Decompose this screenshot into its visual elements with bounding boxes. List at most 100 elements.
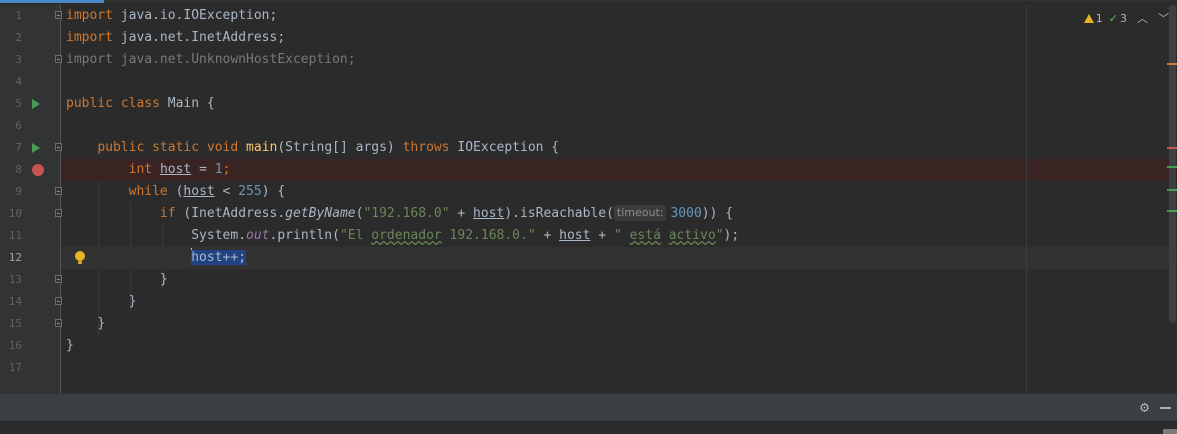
code-line[interactable]: if (InetAddress.getByName("192.168.0" + … [61,203,1177,225]
gutter-line: 4 [0,71,60,93]
code-token: 192.168.0." [441,228,536,243]
code-token: activo [668,228,716,243]
line-number: 17 [8,361,22,374]
line-number: 1 [15,9,22,22]
code-token: .println( [269,228,340,243]
run-icon[interactable] [32,143,40,153]
code-token: ) { [261,184,286,199]
code-token: } [128,294,137,309]
tool-window-header: ⚙ [0,393,1177,421]
gear-icon[interactable]: ⚙ [1140,399,1149,415]
code-token: IOException { [449,140,560,155]
run-icon[interactable] [32,99,40,109]
code-line[interactable]: import java.io.IOException; [61,5,1177,27]
weak-warnings-indicator[interactable]: ✓ 3 [1109,12,1127,25]
code-token: import [66,30,113,45]
code-token: host [183,184,215,199]
code-line[interactable]: } [61,313,1177,335]
code-token: "192.168.0" [363,206,450,221]
gutter-line: 1 [0,5,62,27]
code-token: if [159,206,176,221]
code-token: " [715,228,724,243]
code-line[interactable]: public static void main(String[] args) t… [61,137,1177,159]
unused-import: import java.net.UnknownHostException; [66,52,356,67]
code-line[interactable] [61,71,1177,93]
warning-icon [1083,13,1094,23]
ide-window: 1 2 3 4 5 6 7 8 9 10 11 12 13 14 15 16 1… [0,0,1177,434]
code-token: } [97,316,106,331]
code-token: (String[] args) [277,140,403,155]
code-editor[interactable]: import java.io.IOException; import java.… [61,5,1177,393]
breakpoint-stripe-marker[interactable] [1167,147,1177,149]
code-token: host [473,206,505,221]
gutter-line: 5 [0,93,60,115]
gutter-line: 11 [0,225,60,247]
code-token: void [206,140,239,155]
gutter-line: 17 [0,357,60,379]
code-token: static [152,140,200,155]
weak-warnings-count: 3 [1120,11,1127,25]
check-icon: ✓ [1108,11,1118,25]
code-token: 1 [214,162,223,177]
code-line[interactable]: import java.net.InetAddress; [61,27,1177,49]
hide-icon[interactable] [1160,407,1171,409]
code-line[interactable]: } [61,335,1177,357]
code-token: getByName [285,206,356,221]
change-stripe-marker[interactable] [1167,210,1177,212]
parameter-hint: timeout: [613,205,667,221]
code-line[interactable]: System.out.println("El ordenador 192.168… [61,225,1177,247]
gutter-line: 3 [0,49,62,71]
code-token: class [120,96,160,111]
code-line[interactable]: import java.net.UnknownHostException; [61,49,1177,71]
previous-highlight-icon[interactable]: ︿ [1137,10,1148,26]
line-number: 11 [8,229,22,242]
status-widget[interactable] [1163,429,1177,434]
warning-stripe-marker[interactable] [1167,63,1177,65]
line-number: 5 [15,97,22,110]
code-line[interactable] [61,357,1177,379]
code-line[interactable]: } [61,291,1177,313]
next-highlight-icon[interactable]: ﹀ [1158,10,1169,26]
line-number: 15 [8,317,22,330]
code-token: main [246,140,278,155]
code-line-current[interactable]: host++; [61,247,1177,269]
gutter-line: 6 [0,115,60,137]
gutter-line: 15 [0,313,62,335]
code-token: 3000 [670,206,702,221]
code-line[interactable]: } [61,269,1177,291]
code-token: import [66,8,113,23]
code-line[interactable]: while (host < 255) { [61,181,1177,203]
vertical-scrollbar[interactable] [1169,5,1176,323]
code-token: (InetAddress. [175,206,286,221]
code-line[interactable]: public class Main { [61,93,1177,115]
editor-gutter[interactable]: 1 2 3 4 5 6 7 8 9 10 11 12 13 14 15 16 1… [0,5,62,393]
warnings-count: 1 [1095,11,1103,25]
code-token: } [159,272,168,287]
gutter-line: 10 [0,203,62,225]
code-token: ordenador [371,228,442,243]
warnings-indicator[interactable]: 1 [1083,11,1103,25]
code-token: ( [167,184,184,199]
line-number: 10 [8,207,22,220]
code-token: ).isReachable( [504,206,614,221]
code-line-breakpoint[interactable]: int host = 1; [61,159,1177,181]
line-number: 6 [15,119,22,132]
code-token: ); [723,228,740,243]
inspection-widget[interactable]: 1 ✓ 3 ︿ ﹀ [1083,10,1169,26]
gutter-line: 12 [0,247,60,269]
code-token: < [214,184,239,199]
code-token: java.net.InetAddress; [112,30,286,45]
code-token: while [128,184,168,199]
code-token: public [66,96,113,111]
change-stripe-marker[interactable] [1167,189,1177,191]
code-token: out [246,228,270,243]
code-line[interactable] [61,115,1177,137]
change-stripe-marker[interactable] [1167,166,1177,168]
line-number: 4 [15,75,22,88]
line-number: 7 [15,141,22,154]
line-number: 12 [8,251,22,264]
breakpoint-icon[interactable] [32,164,44,176]
code-token: } [66,338,74,353]
